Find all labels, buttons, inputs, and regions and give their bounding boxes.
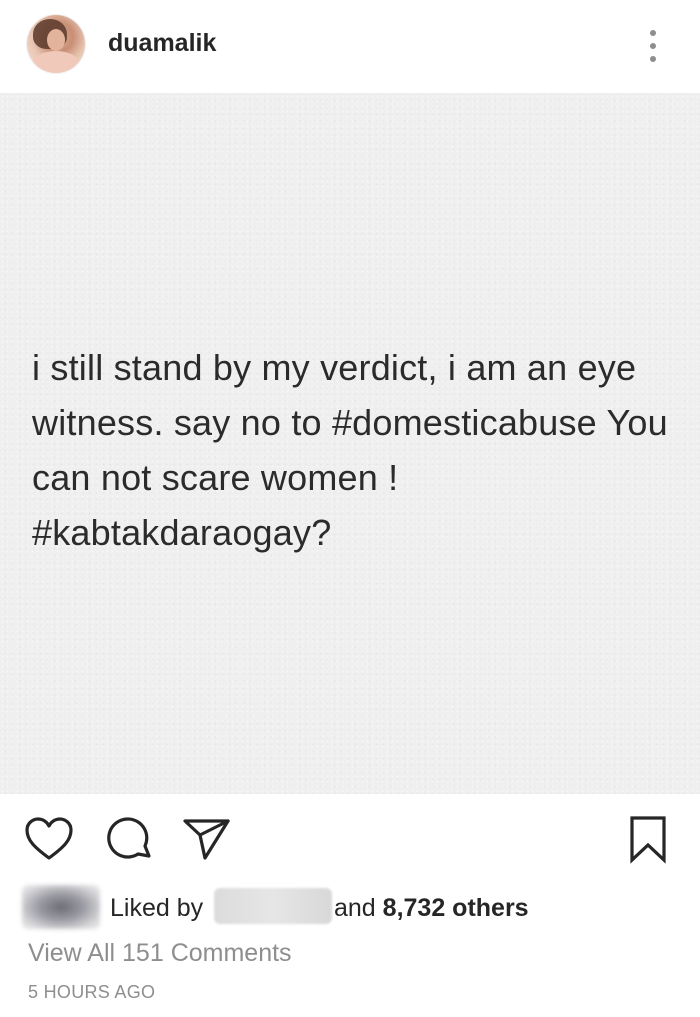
send-icon[interactable] [182, 815, 232, 865]
liker-name-blurred [214, 888, 332, 924]
avatar-face [47, 29, 65, 51]
bookmark-icon[interactable] [628, 815, 678, 865]
post-image-text: i still stand by my verdict, i am an eye… [32, 347, 668, 553]
heart-icon[interactable] [24, 815, 74, 865]
view-comments-link[interactable]: View All 151 Comments [28, 939, 292, 968]
username-link[interactable]: duamalik [108, 29, 216, 58]
liker-avatar-blurred [22, 885, 100, 929]
action-bar [0, 795, 700, 885]
comment-icon[interactable] [105, 815, 155, 865]
post-header: duamalik [0, 0, 700, 94]
post-image[interactable]: i still stand by my verdict, i am an eye… [0, 94, 700, 794]
profile-avatar[interactable] [27, 15, 85, 73]
likes-count-text[interactable]: and 8,732 others [334, 894, 529, 923]
more-options-icon[interactable] [640, 28, 666, 64]
liked-by-label: Liked by [110, 894, 204, 922]
others-count: 8,732 others [382, 894, 529, 922]
likes-summary[interactable]: Liked by and 8,732 others [0, 885, 700, 931]
post-timestamp: 5 HOURS AGO [28, 982, 156, 1002]
avatar-shoulder [31, 51, 81, 73]
and-label: and [334, 894, 376, 922]
